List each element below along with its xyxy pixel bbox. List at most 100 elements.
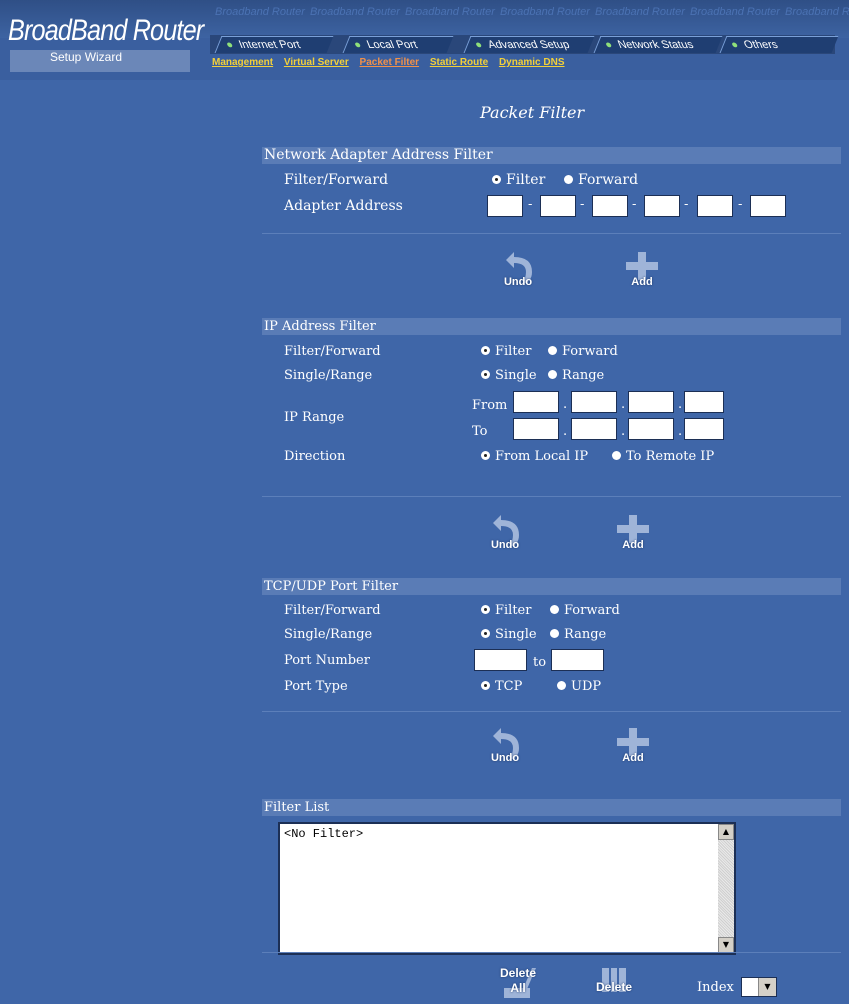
sublink-virtual-server[interactable]: Virtual Server [284,57,349,68]
ip-to-field-2[interactable] [571,418,617,440]
radio-selected-icon [481,346,490,355]
tab-advanced-setup[interactable]: ●Advanced Setup [463,36,595,53]
radio-selected-icon [481,681,490,690]
radio-icon [548,346,557,355]
ip-filter-heading: IP Address Filter [262,318,841,335]
port-filter-forward-label: Filter/Forward [284,603,381,618]
chevron-down-icon[interactable]: ▼ [758,978,776,996]
ip-from-field-4[interactable] [684,391,724,413]
ip-from-local-radio[interactable]: From Local IP [481,449,588,464]
ip-to-field-1[interactable] [513,418,559,440]
port-type-label: Port Type [284,679,348,694]
section-divider [262,711,841,712]
sublink-packet-filter[interactable]: Packet Filter [360,57,419,68]
bullet-icon: ● [728,39,741,51]
separator: . [563,424,568,439]
index-label: Index [697,980,734,995]
port-to-field[interactable] [551,649,604,671]
ip-single-radio[interactable]: Single [481,368,537,383]
index-select[interactable]: ▼ [741,977,777,997]
adapter-filter-heading: Network Adapter Address Filter [262,147,841,164]
adapter-address-field-3[interactable] [592,195,628,217]
sublink-static-route[interactable]: Static Route [430,57,488,68]
ip-forward-radio[interactable]: Forward [548,344,618,359]
adapter-address-field-6[interactable] [750,195,786,217]
adapter-address-field-1[interactable] [487,195,523,217]
port-udp-radio[interactable]: UDP [557,679,601,694]
list-item[interactable]: <No Filter> [284,827,363,841]
adapter-address-field-4[interactable] [644,195,680,217]
port-range-radio[interactable]: Range [550,627,606,642]
adapter-filter-forward-label: Filter/Forward [284,172,389,188]
adapter-filter-radio[interactable]: Filter [492,172,545,188]
separator: - [684,197,689,212]
ip-to-field-4[interactable] [684,418,724,440]
filter-list-box[interactable]: <No Filter> ▲ ▼ [278,822,736,955]
port-forward-radio[interactable]: Forward [550,603,620,618]
scroll-down-icon[interactable]: ▼ [718,937,734,953]
delete-button[interactable]: Delete [588,962,640,1002]
header-watermark: Broadband Router [405,6,495,18]
ip-to-remote-radio[interactable]: To Remote IP [612,449,714,464]
sublink-management[interactable]: Management [212,57,273,68]
port-to-label: to [533,655,547,670]
separator: - [738,197,743,212]
sub-navigation: Management Virtual Server Packet Filter … [212,57,573,68]
tab-internet-port[interactable]: ●Internet Port [214,36,334,53]
adapter-forward-radio[interactable]: Forward [564,172,638,188]
tab-local-port[interactable]: ●Local Port [342,36,454,53]
add-button[interactable]: Add [608,513,658,557]
filter-list-heading: Filter List [262,799,841,816]
bullet-icon: ● [472,39,485,51]
brand-logo[interactable]: BroadBand Router [8,14,204,48]
port-single-radio[interactable]: Single [481,627,537,642]
header-watermark: Broadband Router [310,6,400,18]
port-tcp-radio[interactable]: TCP [481,679,522,694]
port-single-range-label: Single/Range [284,627,373,642]
ip-range-label: IP Range [284,410,345,425]
header-watermark: Broadband Router [595,6,685,18]
undo-button[interactable]: Undo [480,726,530,770]
bullet-icon: ● [223,39,236,51]
section-divider [262,952,841,953]
add-button[interactable]: Add [617,250,667,294]
radio-icon [550,605,559,614]
adapter-address-field-5[interactable] [697,195,733,217]
header-watermark: Broadband Router [500,6,590,18]
ip-filter-radio[interactable]: Filter [481,344,531,359]
page-title: Packet Filter [480,103,585,122]
add-button[interactable]: Add [608,726,658,770]
separator: . [678,424,683,439]
ip-to-label: To [472,424,488,439]
ip-filter-forward-label: Filter/Forward [284,344,381,359]
delete-all-button[interactable]: Delete All [492,962,544,1002]
header-watermark: Broadband Router [215,6,305,18]
ip-from-label: From [472,398,508,413]
port-filter-radio[interactable]: Filter [481,603,531,618]
ip-from-field-3[interactable] [628,391,674,413]
ip-from-field-2[interactable] [571,391,617,413]
undo-button[interactable]: Undo [493,250,543,294]
undo-button[interactable]: Undo [480,513,530,557]
filter-list-scrollbar[interactable]: ▲ ▼ [718,824,734,953]
header-bar: Broadband Router Broadband Router Broadb… [0,0,849,80]
port-from-field[interactable] [474,649,527,671]
header-watermark: Broadband Router [690,6,780,18]
ip-from-field-1[interactable] [513,391,559,413]
radio-icon [550,629,559,638]
scroll-up-icon[interactable]: ▲ [718,824,734,840]
setup-wizard-button[interactable]: Setup Wizard [10,50,190,72]
ip-range-radio[interactable]: Range [548,368,604,383]
adapter-address-field-2[interactable] [540,195,576,217]
radio-selected-icon [492,174,501,184]
tab-others[interactable]: ●Others [719,36,839,53]
radio-icon [557,681,566,690]
ip-single-range-label: Single/Range [284,368,373,383]
separator: . [621,397,626,412]
tab-network-status[interactable]: ●Network Status [593,36,723,53]
ip-to-field-3[interactable] [628,418,674,440]
radio-selected-icon [481,605,490,614]
sublink-dynamic-dns[interactable]: Dynamic DNS [499,57,565,68]
adapter-address-label: Adapter Address [284,198,403,214]
separator: . [678,397,683,412]
